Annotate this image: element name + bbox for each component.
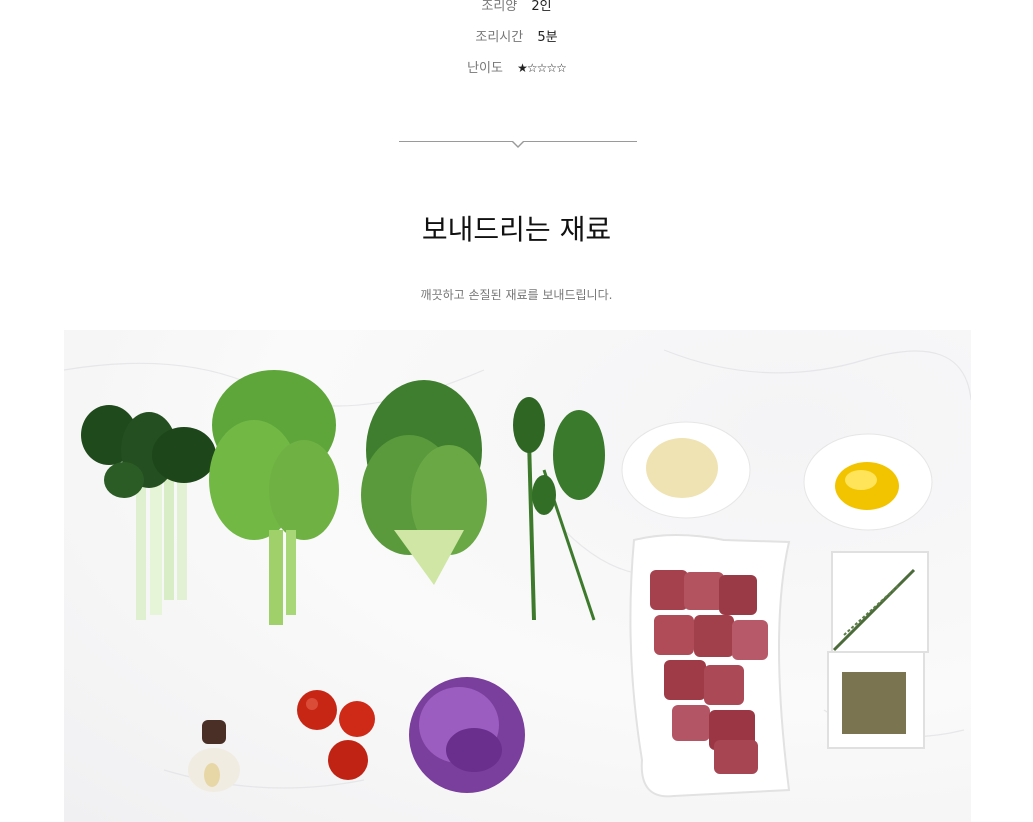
difficulty-row: 난이도 ★☆☆☆☆ <box>0 58 1033 78</box>
chevron-down-icon <box>511 140 525 148</box>
garlic-image <box>188 720 240 792</box>
bok-choy-image <box>81 405 216 620</box>
servings-row: 조리양 2인 <box>0 0 1033 17</box>
arugula-image <box>513 397 605 621</box>
beef-plate-image <box>629 534 791 798</box>
ingredients-photo <box>64 330 971 822</box>
tomatoes-image <box>297 690 375 780</box>
time-row: 조리시간 5분 <box>0 28 1033 48</box>
difficulty-label: 난이도 <box>467 61 503 76</box>
difficulty-stars: ★☆☆☆☆ <box>517 61 567 75</box>
cheese-bowl-image <box>621 421 751 519</box>
time-value: 5분 <box>537 30 558 45</box>
servings-value: 2인 <box>531 0 552 14</box>
section-subtitle: 깨끗하고 손질된 재료를 보내드립니다. <box>420 288 613 302</box>
frisee-image <box>209 370 339 625</box>
olive-oil-bowl-image <box>803 433 933 531</box>
red-cabbage-image <box>409 677 525 793</box>
servings-label: 조리양 <box>481 0 518 14</box>
time-label: 조리시간 <box>475 30 524 45</box>
section-title: 보내드리는 재료 <box>421 213 612 246</box>
herb-tray-image <box>827 551 929 749</box>
romaine-image <box>361 380 487 585</box>
